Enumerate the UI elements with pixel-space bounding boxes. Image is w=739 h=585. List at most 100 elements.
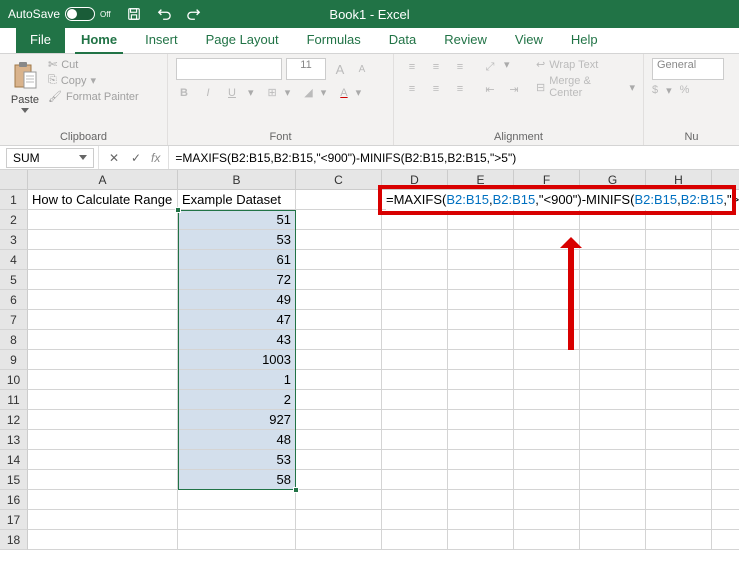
- cell-D9[interactable]: [382, 350, 448, 370]
- cell-A5[interactable]: [28, 270, 178, 290]
- cell-A11[interactable]: [28, 390, 178, 410]
- cell-C11[interactable]: [296, 390, 382, 410]
- cell-G14[interactable]: [580, 450, 646, 470]
- cell-C18[interactable]: [296, 530, 382, 550]
- cell-F10[interactable]: [514, 370, 580, 390]
- cell-C5[interactable]: [296, 270, 382, 290]
- cell-G13[interactable]: [580, 430, 646, 450]
- cell-B8[interactable]: 43: [178, 330, 296, 350]
- cell-D18[interactable]: [382, 530, 448, 550]
- cell-B15[interactable]: 58: [178, 470, 296, 490]
- cell-C13[interactable]: [296, 430, 382, 450]
- cell-G4[interactable]: [580, 250, 646, 270]
- row-header-11[interactable]: 11: [0, 390, 28, 410]
- cell-G18[interactable]: [580, 530, 646, 550]
- cell-C3[interactable]: [296, 230, 382, 250]
- selection-handle-br[interactable]: [293, 487, 299, 493]
- tab-data[interactable]: Data: [375, 28, 430, 53]
- cell-C7[interactable]: [296, 310, 382, 330]
- cell-F18[interactable]: [514, 530, 580, 550]
- row-header-17[interactable]: 17: [0, 510, 28, 530]
- align-middle-icon[interactable]: ≡: [426, 58, 446, 76]
- cells-area[interactable]: How to Calculate RangeExample Dataset=MA…: [28, 190, 739, 550]
- align-center-icon[interactable]: ≡: [426, 80, 446, 98]
- paste-button[interactable]: Paste: [8, 58, 42, 115]
- cell-G7[interactable]: [580, 310, 646, 330]
- font-color-icon[interactable]: A: [340, 87, 347, 99]
- cell-A13[interactable]: [28, 430, 178, 450]
- cell-C10[interactable]: [296, 370, 382, 390]
- cell-E2[interactable]: [448, 210, 514, 230]
- row-header-6[interactable]: 6: [0, 290, 28, 310]
- cell-C8[interactable]: [296, 330, 382, 350]
- cell-E9[interactable]: [448, 350, 514, 370]
- cell-F2[interactable]: [514, 210, 580, 230]
- cell-C9[interactable]: [296, 350, 382, 370]
- enter-icon[interactable]: ✓: [129, 151, 143, 165]
- cell-E4[interactable]: [448, 250, 514, 270]
- underline-button[interactable]: U: [224, 87, 240, 99]
- row-header-1[interactable]: 1: [0, 190, 28, 210]
- cell-A2[interactable]: [28, 210, 178, 230]
- cell-A7[interactable]: [28, 310, 178, 330]
- row-header-12[interactable]: 12: [0, 410, 28, 430]
- col-header-f[interactable]: F: [514, 170, 580, 190]
- cell-E17[interactable]: [448, 510, 514, 530]
- selection-handle-tl[interactable]: [175, 207, 181, 213]
- row-header-15[interactable]: 15: [0, 470, 28, 490]
- cell-E3[interactable]: [448, 230, 514, 250]
- cell-E12[interactable]: [448, 410, 514, 430]
- cell-D17[interactable]: [382, 510, 448, 530]
- cell-F4[interactable]: [514, 250, 580, 270]
- col-header-e[interactable]: E: [448, 170, 514, 190]
- cell-I17[interactable]: [712, 510, 739, 530]
- cell-A14[interactable]: [28, 450, 178, 470]
- cell-I2[interactable]: [712, 210, 739, 230]
- cell-D2[interactable]: [382, 210, 448, 230]
- cell-F16[interactable]: [514, 490, 580, 510]
- tab-view[interactable]: View: [501, 28, 557, 53]
- cell-B6[interactable]: 49: [178, 290, 296, 310]
- cell-F3[interactable]: [514, 230, 580, 250]
- cell-I14[interactable]: [712, 450, 739, 470]
- cell-A15[interactable]: [28, 470, 178, 490]
- cell-F15[interactable]: [514, 470, 580, 490]
- cell-B16[interactable]: [178, 490, 296, 510]
- row-header-7[interactable]: 7: [0, 310, 28, 330]
- cell-B14[interactable]: 53: [178, 450, 296, 470]
- cell-A18[interactable]: [28, 530, 178, 550]
- row-header-5[interactable]: 5: [0, 270, 28, 290]
- cell-A4[interactable]: [28, 250, 178, 270]
- cell-F9[interactable]: [514, 350, 580, 370]
- row-header-8[interactable]: 8: [0, 330, 28, 350]
- cell-B5[interactable]: 72: [178, 270, 296, 290]
- cell-H8[interactable]: [646, 330, 712, 350]
- cell-F6[interactable]: [514, 290, 580, 310]
- cell-B1[interactable]: Example Dataset: [178, 190, 296, 210]
- cell-I9[interactable]: [712, 350, 739, 370]
- align-left-icon[interactable]: ≡: [402, 80, 422, 98]
- cell-H2[interactable]: [646, 210, 712, 230]
- number-format-select[interactable]: General: [652, 58, 724, 80]
- cell-G11[interactable]: [580, 390, 646, 410]
- autosave-toggle[interactable]: AutoSave Off: [8, 7, 111, 21]
- select-all-corner[interactable]: [0, 170, 28, 190]
- orientation-icon[interactable]: ⤢: [480, 58, 500, 76]
- cell-D3[interactable]: [382, 230, 448, 250]
- cell-D11[interactable]: [382, 390, 448, 410]
- bold-button[interactable]: B: [176, 87, 192, 99]
- cell-I7[interactable]: [712, 310, 739, 330]
- cell-I16[interactable]: [712, 490, 739, 510]
- col-header-g[interactable]: G: [580, 170, 646, 190]
- cell-D4[interactable]: [382, 250, 448, 270]
- cell-H6[interactable]: [646, 290, 712, 310]
- tab-review[interactable]: Review: [430, 28, 501, 53]
- cell-I13[interactable]: [712, 430, 739, 450]
- tab-file[interactable]: File: [16, 28, 65, 53]
- cell-C2[interactable]: [296, 210, 382, 230]
- cell-E7[interactable]: [448, 310, 514, 330]
- cell-B3[interactable]: 53: [178, 230, 296, 250]
- cell-D5[interactable]: [382, 270, 448, 290]
- font-size-select[interactable]: 11: [286, 58, 326, 80]
- cut-button[interactable]: ✄Cut: [48, 58, 139, 71]
